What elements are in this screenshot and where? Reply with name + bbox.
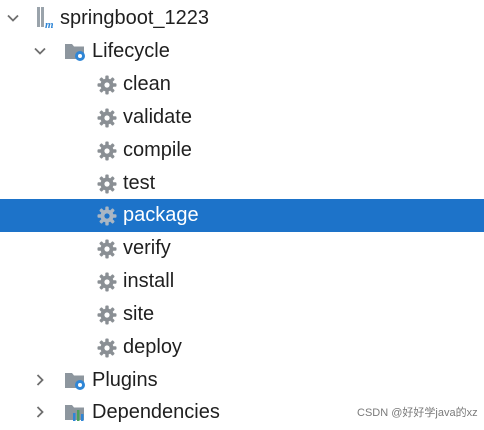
lifecycle-label: Lifecycle — [92, 40, 170, 62]
goal-label: install — [123, 270, 175, 292]
lifecycle-goal-verify[interactable]: verify — [0, 232, 484, 265]
goal-label: package — [123, 204, 199, 226]
gear-icon — [96, 140, 118, 162]
folder-gear-icon — [64, 41, 86, 63]
gear-icon — [96, 337, 118, 359]
goal-label: test — [123, 172, 156, 194]
lifecycle-goal-compile[interactable]: compile — [0, 134, 484, 167]
goal-label: validate — [123, 106, 192, 128]
plugins-label: Plugins — [92, 369, 158, 391]
gear-icon — [96, 304, 118, 326]
lifecycle-goal-site[interactable]: site — [0, 298, 484, 331]
lifecycle-goal-deploy[interactable]: deploy — [0, 331, 484, 364]
project-name-label: springboot_1223 — [60, 7, 210, 29]
goal-label: verify — [123, 237, 171, 259]
goal-label: clean — [123, 73, 171, 95]
gear-icon — [96, 271, 118, 293]
goal-label: site — [123, 303, 155, 325]
chevron-right-icon[interactable] — [34, 406, 46, 418]
watermark: CSDN @好好学java的xz — [357, 407, 478, 419]
dependencies-chart-icon — [64, 402, 86, 424]
maven-project-tree: m springboot_1223 Lifecycle clean valida… — [0, 0, 484, 430]
goal-label: deploy — [123, 336, 182, 358]
lifecycle-goal-validate[interactable]: validate — [0, 101, 484, 134]
tree-node-lifecycle[interactable]: Lifecycle — [0, 35, 484, 68]
gear-icon — [96, 205, 118, 227]
goal-label: compile — [123, 139, 192, 161]
gear-icon — [96, 173, 118, 195]
tree-node-root[interactable]: m springboot_1223 — [0, 2, 484, 35]
lifecycle-goal-test[interactable]: test — [0, 167, 484, 200]
dependencies-label: Dependencies — [92, 401, 220, 423]
tree-node-plugins[interactable]: Plugins — [0, 364, 484, 397]
gear-icon — [96, 107, 118, 129]
maven-module-icon: m — [35, 6, 57, 30]
chevron-right-icon[interactable] — [34, 374, 46, 386]
folder-gear-icon — [64, 370, 86, 392]
chevron-down-icon[interactable] — [7, 12, 19, 24]
lifecycle-goal-clean[interactable]: clean — [0, 68, 484, 101]
svg-text:m: m — [45, 19, 54, 30]
lifecycle-goal-package[interactable]: package — [0, 199, 484, 232]
lifecycle-goal-install[interactable]: install — [0, 265, 484, 298]
gear-icon — [96, 238, 118, 260]
chevron-down-icon[interactable] — [34, 45, 46, 57]
gear-icon — [96, 74, 118, 96]
